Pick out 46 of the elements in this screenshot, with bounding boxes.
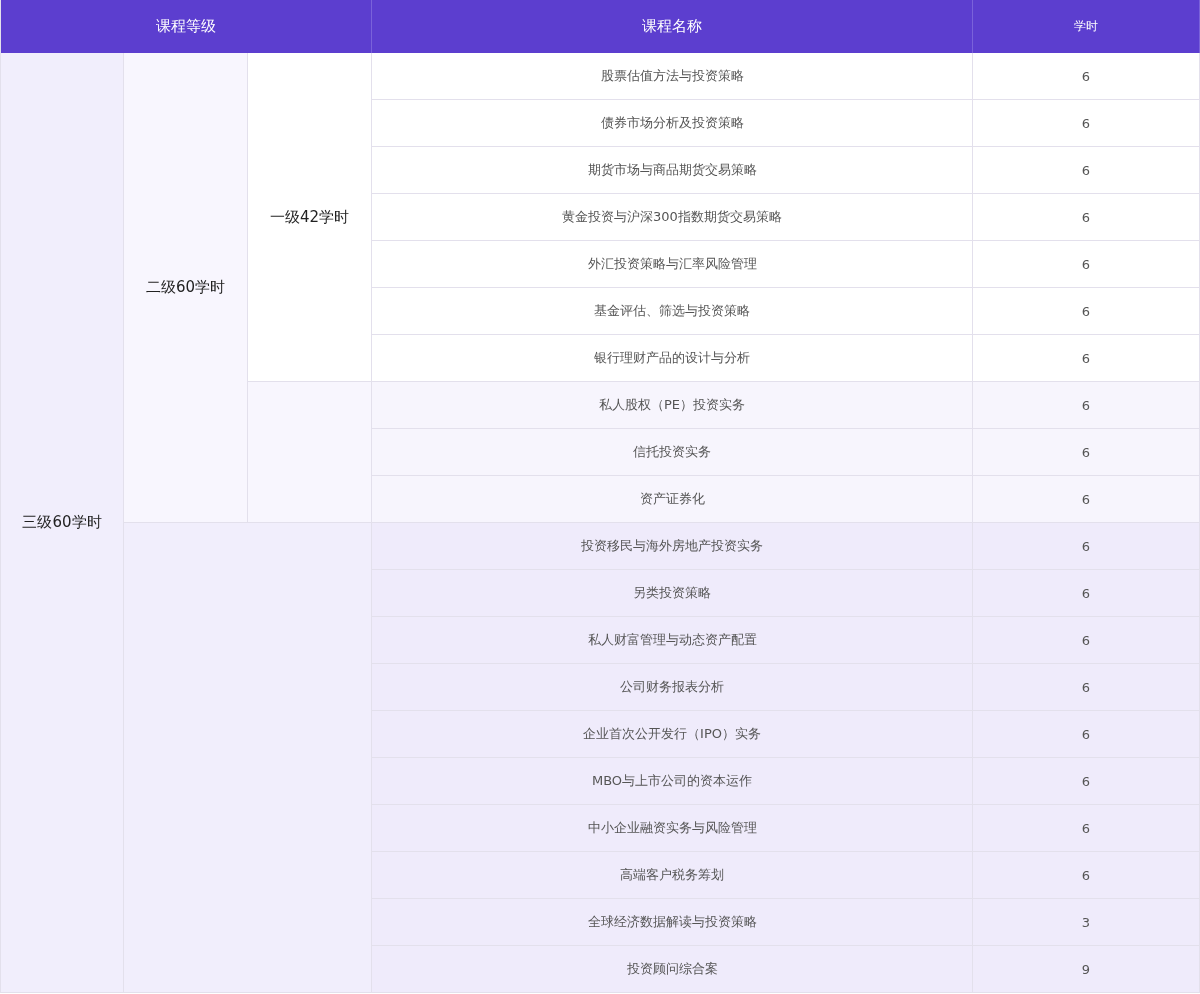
hours-cell: 6 (973, 664, 1200, 711)
hours-cell: 3 (973, 899, 1200, 946)
course-name-cell: 全球经济数据解读与投资策略 (372, 899, 973, 946)
hours-cell: 6 (973, 100, 1200, 147)
level-cell: 二级60学时 (124, 53, 248, 523)
hours-cell: 6 (973, 758, 1200, 805)
hours-cell: 6 (973, 852, 1200, 899)
level-cell: 三级60学时 (1, 53, 124, 993)
hours-cell: 9 (973, 946, 1200, 993)
course-name-cell: 公司财务报表分析 (372, 664, 973, 711)
level-cell: 一级42学时 (248, 53, 372, 382)
hours-cell: 6 (973, 523, 1200, 570)
course-name-cell: 外汇投资策略与汇率风险管理 (372, 241, 973, 288)
course-name-cell: 高端客户税务筹划 (372, 852, 973, 899)
course-name-cell: 资产证券化 (372, 476, 973, 523)
course-name-cell: 企业首次公开发行（IPO）实务 (372, 711, 973, 758)
course-name-cell: 另类投资策略 (372, 570, 973, 617)
hours-cell: 6 (973, 429, 1200, 476)
course-name-cell: 期货市场与商品期货交易策略 (372, 147, 973, 194)
hours-cell: 6 (973, 241, 1200, 288)
course-name-cell: 基金评估、筛选与投资策略 (372, 288, 973, 335)
hours-cell: 6 (973, 335, 1200, 382)
hours-cell: 6 (973, 288, 1200, 335)
column-header: 课程等级 (1, 0, 372, 53)
hours-cell: 6 (973, 476, 1200, 523)
hours-cell: 6 (973, 570, 1200, 617)
hours-cell: 6 (973, 147, 1200, 194)
course-name-cell: 黄金投资与沪深300指数期货交易策略 (372, 194, 973, 241)
course-name-cell: 银行理财产品的设计与分析 (372, 335, 973, 382)
course-name-cell: 私人股权（PE）投资实务 (372, 382, 973, 429)
course-name-cell: MBO与上市公司的资本运作 (372, 758, 973, 805)
hours-cell: 6 (973, 805, 1200, 852)
column-header: 学时 (973, 0, 1200, 53)
course-name-cell: 投资移民与海外房地产投资实务 (372, 523, 973, 570)
hours-cell: 6 (973, 53, 1200, 100)
course-name-cell: 中小企业融资实务与风险管理 (372, 805, 973, 852)
course-name-cell: 私人财富管理与动态资产配置 (372, 617, 973, 664)
hours-cell: 6 (973, 194, 1200, 241)
hours-cell: 6 (973, 617, 1200, 664)
hours-cell: 6 (973, 382, 1200, 429)
course-name-cell: 投资顾问综合案 (372, 946, 973, 993)
course-name-cell: 信托投资实务 (372, 429, 973, 476)
course-name-cell: 股票估值方法与投资策略 (372, 53, 973, 100)
hours-cell: 6 (973, 711, 1200, 758)
course-name-cell: 债券市场分析及投资策略 (372, 100, 973, 147)
column-header: 课程名称 (372, 0, 973, 53)
